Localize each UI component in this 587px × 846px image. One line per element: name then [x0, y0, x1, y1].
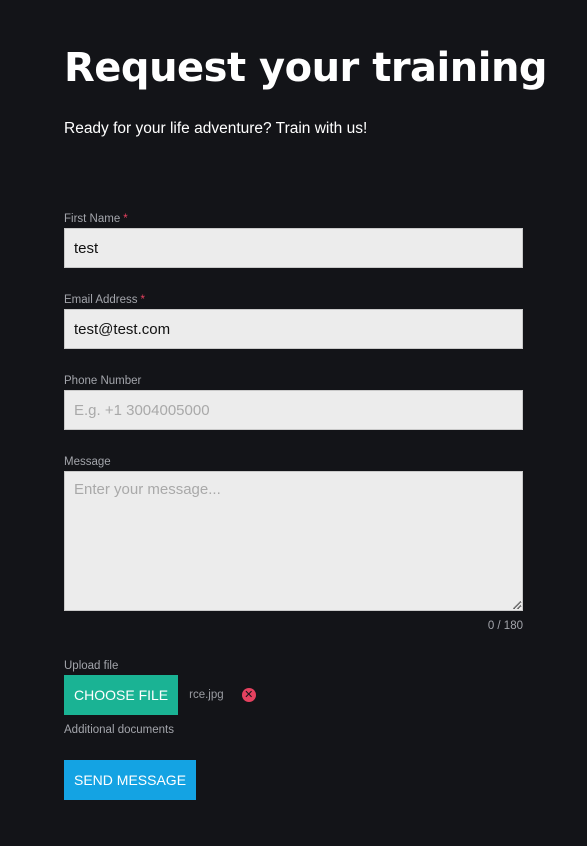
- upload-help-text: Additional documents: [64, 724, 174, 736]
- required-mark: *: [123, 213, 128, 225]
- page-title: Request your training: [64, 45, 548, 91]
- selected-file-name: rce.jpg: [189, 689, 224, 701]
- first-name-field-group: First Name *: [64, 212, 523, 268]
- training-request-page: Request your training Ready for your lif…: [0, 0, 587, 846]
- phone-field-group: Phone Number: [64, 374, 523, 430]
- first-name-label: First Name *: [64, 213, 128, 225]
- remove-file-icon[interactable]: ✕: [241, 688, 256, 702]
- message-textarea-wrapper: [64, 471, 523, 611]
- choose-file-button[interactable]: CHOOSE FILE: [64, 675, 179, 715]
- page-subtitle: Ready for your life adventure? Train wit…: [64, 120, 368, 137]
- upload-row: CHOOSE FILE rce.jpg ✕: [64, 675, 523, 715]
- first-name-input[interactable]: [64, 228, 523, 268]
- message-field-group: Message 0 / 180: [64, 455, 523, 633]
- message-char-counter: 0 / 180: [487, 620, 523, 632]
- email-label: Email Address *: [64, 294, 145, 306]
- upload-label: Upload file: [64, 660, 119, 672]
- message-label: Message: [64, 456, 111, 468]
- email-input[interactable]: [64, 309, 523, 349]
- send-message-button[interactable]: SEND MESSAGE: [64, 760, 197, 800]
- phone-input[interactable]: [64, 390, 523, 430]
- required-mark: *: [140, 294, 145, 306]
- phone-label: Phone Number: [64, 375, 142, 387]
- email-field-group: Email Address *: [64, 293, 523, 349]
- upload-field-group: Upload file CHOOSE FILE rce.jpg ✕ Additi…: [64, 659, 523, 737]
- message-textarea[interactable]: [64, 471, 523, 611]
